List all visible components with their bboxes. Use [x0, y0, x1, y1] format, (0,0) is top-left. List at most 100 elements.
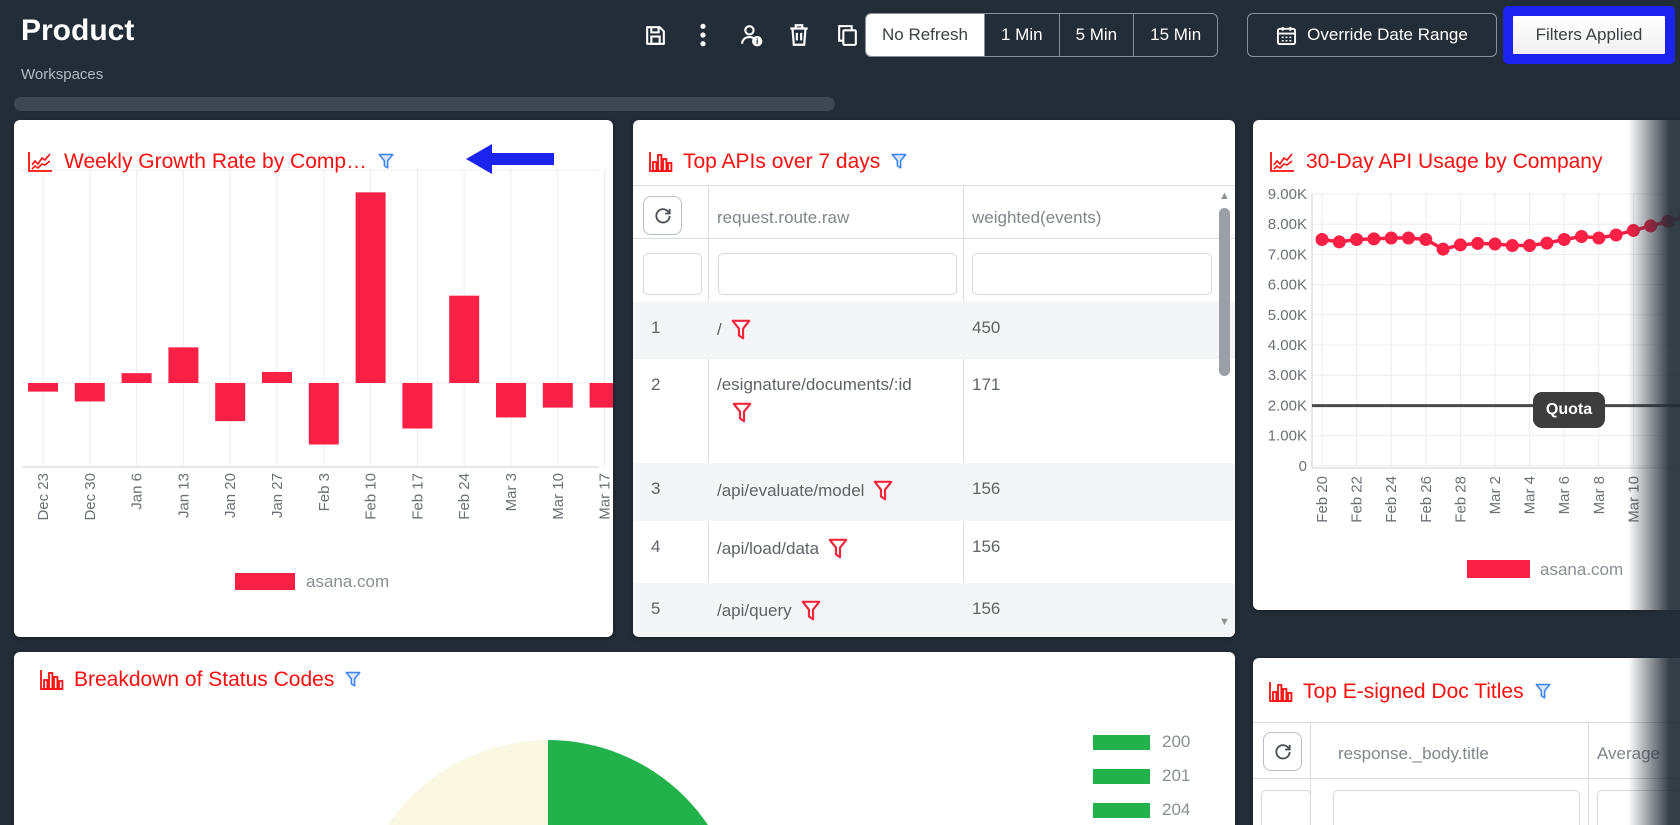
quota-badge: Quota: [1533, 392, 1605, 428]
legend-item[interactable]: 201: [1093, 766, 1190, 786]
route-cell: /api/load/data: [708, 521, 963, 561]
data-point[interactable]: [1316, 233, 1329, 246]
filter-funnel-icon[interactable]: [730, 318, 752, 342]
status-codes-pie-chart[interactable]: [355, 740, 741, 825]
x-axis-label: Mar 4: [1522, 476, 1539, 514]
override-date-range-label: Override Date Range: [1307, 25, 1468, 45]
column-header-route[interactable]: request.route.raw: [717, 208, 849, 228]
filter-funnel-icon[interactable]: [344, 670, 362, 690]
refresh-option-no-refresh[interactable]: No Refresh: [866, 14, 984, 56]
scrollbar-thumb[interactable]: [1219, 208, 1230, 376]
bar-dec-23[interactable]: [28, 383, 58, 392]
workspaces-label[interactable]: Workspaces: [21, 66, 103, 83]
filter-input[interactable]: [1333, 790, 1580, 825]
refresh-option-5-min[interactable]: 5 Min: [1059, 14, 1134, 56]
page-title: Product: [21, 14, 134, 48]
filters-applied-button[interactable]: Filters Applied: [1513, 16, 1665, 54]
data-point[interactable]: [1662, 215, 1675, 228]
data-point[interactable]: [1644, 219, 1657, 232]
copy-icon: [835, 23, 860, 48]
table-row[interactable]: 3/api/evaluate/model156: [633, 463, 1235, 521]
table-refresh-button[interactable]: [1263, 732, 1302, 771]
filter-input[interactable]: [1261, 790, 1311, 825]
data-point[interactable]: [1489, 238, 1502, 251]
bar-dec-30[interactable]: [75, 383, 105, 401]
x-axis-label: Feb 28: [1452, 476, 1469, 523]
user-info-button[interactable]: i: [736, 20, 766, 50]
filter-input-weighted[interactable]: [972, 253, 1212, 295]
bar-mar-3[interactable]: [496, 383, 526, 417]
duplicate-button[interactable]: [832, 20, 862, 50]
data-point[interactable]: [1385, 231, 1398, 244]
override-date-range-button[interactable]: Override Date Range: [1247, 13, 1497, 57]
refresh-option-15-min[interactable]: 15 Min: [1133, 14, 1217, 56]
api-usage-line-chart[interactable]: 9.00K8.00K7.00K6.00K5.00K4.00K3.00K2.00K…: [1253, 120, 1680, 610]
column-header-average[interactable]: Average: [1597, 744, 1660, 764]
bar-mar-10[interactable]: [543, 383, 573, 408]
bar-mar-17[interactable]: [590, 383, 613, 408]
legend-item[interactable]: 204: [1093, 800, 1190, 820]
table-row[interactable]: 4/api/load/data156: [633, 521, 1235, 583]
bar-feb-17[interactable]: [402, 383, 432, 429]
panel-title-top-apis: Top APIs over 7 days: [683, 150, 880, 174]
scrollbar-down-arrow[interactable]: ▼: [1218, 616, 1231, 628]
weekly-growth-bar-chart[interactable]: Dec 23Dec 30Jan 6Jan 13Jan 20Jan 27Feb 3…: [14, 120, 613, 637]
data-point[interactable]: [1350, 233, 1363, 246]
data-point[interactable]: [1471, 237, 1484, 250]
bar-jan-6[interactable]: [122, 373, 152, 383]
bar-jan-13[interactable]: [168, 347, 198, 383]
data-point[interactable]: [1575, 230, 1588, 243]
bar-jan-20[interactable]: [215, 383, 245, 421]
data-point[interactable]: [1437, 243, 1450, 256]
table-refresh-button[interactable]: [643, 196, 682, 235]
refresh-option-1-min[interactable]: 1 Min: [984, 14, 1059, 56]
legend-swatch: [1093, 735, 1150, 750]
filter-funnel-icon[interactable]: [890, 152, 908, 172]
data-point[interactable]: [1627, 224, 1640, 237]
table-row[interactable]: 2/esignature/documents/:id171: [633, 359, 1235, 463]
filter-funnel-icon[interactable]: [1534, 682, 1552, 702]
data-point[interactable]: [1523, 239, 1536, 252]
kebab-menu-button[interactable]: [688, 20, 718, 50]
data-point[interactable]: [1402, 231, 1415, 244]
bar-feb-10[interactable]: [356, 192, 386, 383]
filter-funnel-icon[interactable]: [827, 537, 849, 561]
bar-feb-3[interactable]: [309, 383, 339, 445]
filter-funnel-icon[interactable]: [377, 152, 395, 172]
bar-feb-24[interactable]: [449, 296, 479, 383]
data-point[interactable]: [1592, 231, 1605, 244]
data-point[interactable]: [1610, 228, 1623, 241]
legend-swatch: [1467, 560, 1530, 578]
save-icon: [643, 23, 668, 48]
save-button[interactable]: [640, 20, 670, 50]
data-point[interactable]: [1558, 233, 1571, 246]
data-point[interactable]: [1540, 237, 1553, 250]
table-row[interactable]: 1/450: [633, 302, 1235, 359]
filter-funnel-icon[interactable]: [872, 479, 894, 503]
y-axis-label: 7.00K: [1268, 246, 1307, 263]
scrollbar-up-arrow[interactable]: ▲: [1218, 190, 1231, 202]
y-axis-label: 2.00K: [1268, 397, 1307, 414]
column-header-doc-title[interactable]: response._body.title: [1338, 744, 1489, 764]
column-header-weighted[interactable]: weighted(events): [972, 208, 1101, 228]
filter-funnel-icon[interactable]: [731, 401, 753, 425]
legend-item[interactable]: 200: [1093, 732, 1190, 752]
y-axis-label: 3.00K: [1268, 367, 1307, 384]
legend-swatch: [1093, 803, 1150, 818]
filter-input-route[interactable]: [718, 253, 957, 295]
delete-button[interactable]: [784, 20, 814, 50]
data-point[interactable]: [1419, 233, 1432, 246]
workspaces-scrollbar[interactable]: [14, 97, 835, 111]
filter-input-rank[interactable]: [643, 253, 702, 295]
data-point[interactable]: [1333, 235, 1346, 248]
data-point[interactable]: [1506, 239, 1519, 252]
table-row[interactable]: 5/api/query156: [633, 583, 1235, 637]
x-axis-label: Feb 17: [409, 473, 426, 520]
bar-jan-27[interactable]: [262, 372, 292, 383]
weighted-events-cell: 450: [963, 302, 1235, 338]
data-point[interactable]: [1454, 238, 1467, 251]
data-point[interactable]: [1367, 232, 1380, 245]
filter-funnel-icon[interactable]: [800, 599, 822, 623]
y-axis-label: 1.00K: [1268, 428, 1307, 445]
filter-input[interactable]: [1597, 790, 1680, 825]
